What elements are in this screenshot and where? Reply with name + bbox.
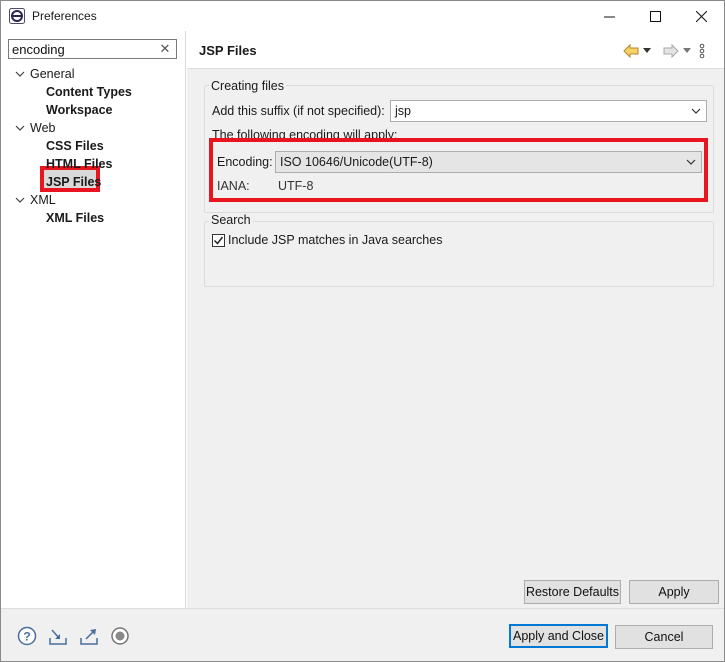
- filter-field[interactable]: ✕: [8, 39, 177, 59]
- search-group: [204, 221, 714, 287]
- tree-item-label: Content Types: [46, 85, 132, 99]
- import-icon[interactable]: [48, 626, 68, 646]
- tree-item-label: CSS Files: [46, 139, 104, 153]
- preferences-window: Preferences ✕ General Content Types: [0, 0, 725, 662]
- page-content: Creating files Add this suffix (if not s…: [187, 69, 724, 608]
- maximize-icon: [649, 10, 661, 22]
- title-bar: Preferences: [1, 1, 724, 31]
- tree-item-label: HTML Files: [46, 157, 113, 171]
- expand-chevron-icon[interactable]: [15, 119, 25, 137]
- minimize-icon: [603, 16, 615, 17]
- page-title: JSP Files: [199, 43, 257, 58]
- tree-item-label: JSP Files: [46, 175, 102, 189]
- suffix-combo-value: jsp: [395, 104, 411, 118]
- apply-and-close-button[interactable]: Apply and Close: [509, 624, 608, 648]
- tree-item-label: XML Files: [46, 211, 105, 225]
- filter-input[interactable]: [12, 41, 152, 57]
- tree-item-label: General: [30, 67, 75, 81]
- cancel-button[interactable]: Cancel: [615, 625, 713, 649]
- include-jsp-checkbox[interactable]: [212, 234, 225, 247]
- forward-dropdown-icon[interactable]: [683, 46, 691, 54]
- back-arrow-icon[interactable]: [623, 43, 639, 59]
- eclipse-app-icon: [9, 8, 25, 24]
- expand-chevron-icon[interactable]: [15, 191, 25, 209]
- suffix-label: Add this suffix (if not specified):: [212, 104, 385, 118]
- export-icon[interactable]: [79, 626, 99, 646]
- tree-item-label: Workspace: [46, 103, 113, 117]
- forward-arrow-icon[interactable]: [663, 43, 679, 59]
- preference-page-pane: JSP Files Creating files Add this suffix…: [187, 31, 724, 608]
- preference-tree-pane: ✕ General Content Types Workspace Web CS…: [1, 31, 186, 608]
- back-dropdown-icon[interactable]: [643, 46, 651, 54]
- include-jsp-label[interactable]: Include JSP matches in Java searches: [228, 233, 442, 247]
- window-title: Preferences: [32, 9, 97, 23]
- close-icon: [695, 10, 707, 22]
- maximize-button[interactable]: [632, 1, 678, 31]
- expand-chevron-icon[interactable]: [15, 65, 25, 83]
- page-header: JSP Files: [187, 31, 724, 67]
- dialog-button-bar: ? Apply and Close Cancel: [1, 608, 724, 661]
- search-group-title: Search: [209, 213, 253, 227]
- tree-item-label: XML: [30, 193, 56, 207]
- minimize-button[interactable]: [586, 1, 632, 31]
- suffix-combo[interactable]: jsp: [390, 100, 707, 122]
- restore-defaults-button[interactable]: Restore Defaults: [524, 580, 621, 604]
- oomph-record-icon[interactable]: [110, 626, 130, 646]
- help-icon[interactable]: ?: [17, 626, 37, 646]
- clear-filter-icon[interactable]: ✕: [159, 42, 171, 56]
- encoding-highlight-box: [209, 138, 708, 202]
- chevron-down-icon: [691, 108, 701, 114]
- svg-text:?: ?: [23, 630, 30, 644]
- apply-button[interactable]: Apply: [629, 580, 719, 604]
- tree-item-label: Web: [30, 121, 56, 135]
- view-menu-icon[interactable]: [699, 43, 705, 59]
- checkmark-icon: [213, 236, 224, 245]
- creating-files-group-title: Creating files: [209, 79, 286, 93]
- close-button[interactable]: [678, 1, 724, 31]
